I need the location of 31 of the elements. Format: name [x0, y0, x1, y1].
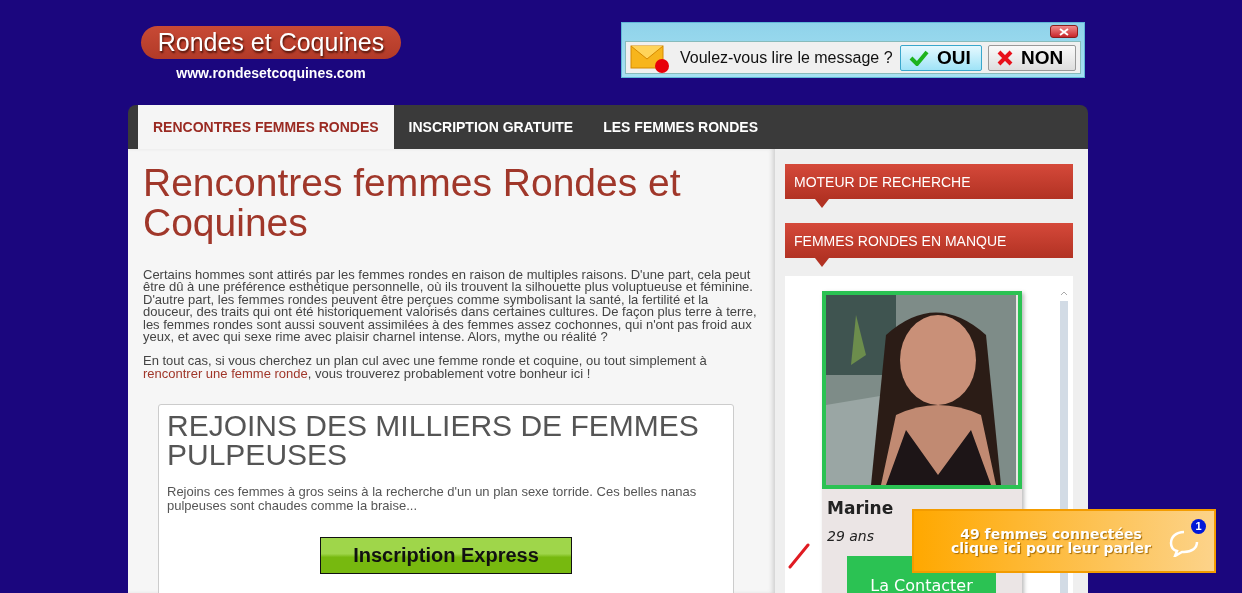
- cross-icon: [997, 49, 1013, 66]
- envelope-icon: [630, 42, 670, 73]
- section-heading: FEMMES RONDES EN MANQUE: [785, 223, 1073, 258]
- page-title: Rencontres femmes Rondes et Coquines: [143, 163, 682, 243]
- check-icon: [909, 49, 929, 66]
- site-url: www.rondesetcoquines.com: [176, 65, 366, 81]
- paragraph: En tout cas, si vous cherchez un plan cul avec une femme ronde et coquine, ou tout simplement à rencontrer une femme ronde, vous trouverez probablement votre bonheur ici !: [143, 355, 708, 381]
- logo[interactable]: Rondes et Coquines: [141, 26, 401, 59]
- dialog-message: Voulez-vous lire le message ?: [680, 48, 894, 67]
- no-button[interactable]: NON: [988, 44, 1076, 71]
- close-icon: [1058, 27, 1070, 36]
- profile-age: 29 ans: [826, 527, 875, 544]
- nav-tab[interactable]: LES FEMMES RONDES: [588, 105, 773, 149]
- scroll-up-icon: [1060, 291, 1068, 296]
- signup-button[interactable]: Inscription Express: [320, 537, 572, 575]
- nav-tab[interactable]: RENCONTRES FEMMES RONDES: [138, 105, 394, 149]
- pointer-icon: [815, 199, 829, 208]
- card-text: Rejoins ces femmes à gros seins à la recherche d'un un plan sexe torride. Ces belles nanas pulpeuses sont chaudes comme la braise...: [167, 485, 698, 513]
- profile-name: Marine: [826, 497, 895, 518]
- chat-popup[interactable]: 49 femmes connectées clique ici pour leur parler 1: [912, 509, 1216, 573]
- slash-mark: [788, 543, 810, 569]
- yes-button[interactable]: OUI: [900, 44, 982, 71]
- notification-badge: 1: [1191, 519, 1206, 534]
- card-title: REJOINS DES MILLIERS DE FEMMES PULPEUSES: [167, 411, 700, 470]
- close-button[interactable]: [1050, 25, 1078, 38]
- nav-tab[interactable]: INSCRIPTION GRATUITE: [393, 105, 589, 149]
- paragraph: Certains hommes sont attirés par les femmes rondes en raison de multiples raisons. D'une part, cela peut être dû à une préférence esthétique personnelle, où ils trouvent la silhouette plus voluptueuse et féminine. D'autre part, les femmes rondes peuvent être perçues comme symbolisant la santé, la fertilité et la douceur, des traits qui ont été historiquement valorisés dans certaines cultures. De façon plus terre à terre, les femmes rondes sont aussi souvent assimilées à des femmes assez cochonnes, qui n'ont pas froid aux yeux, et avec qui sexe rime avec plaisir charnel intense. Alors, mythe ou réalité ?: [143, 269, 758, 344]
- section-heading: MOTEUR DE RECHERCHE: [785, 164, 1073, 199]
- banner-text: clique ici pour leur parler: [951, 541, 1151, 555]
- banner-text: 49 femmes connectées: [960, 527, 1142, 541]
- pointer-icon: [815, 258, 829, 267]
